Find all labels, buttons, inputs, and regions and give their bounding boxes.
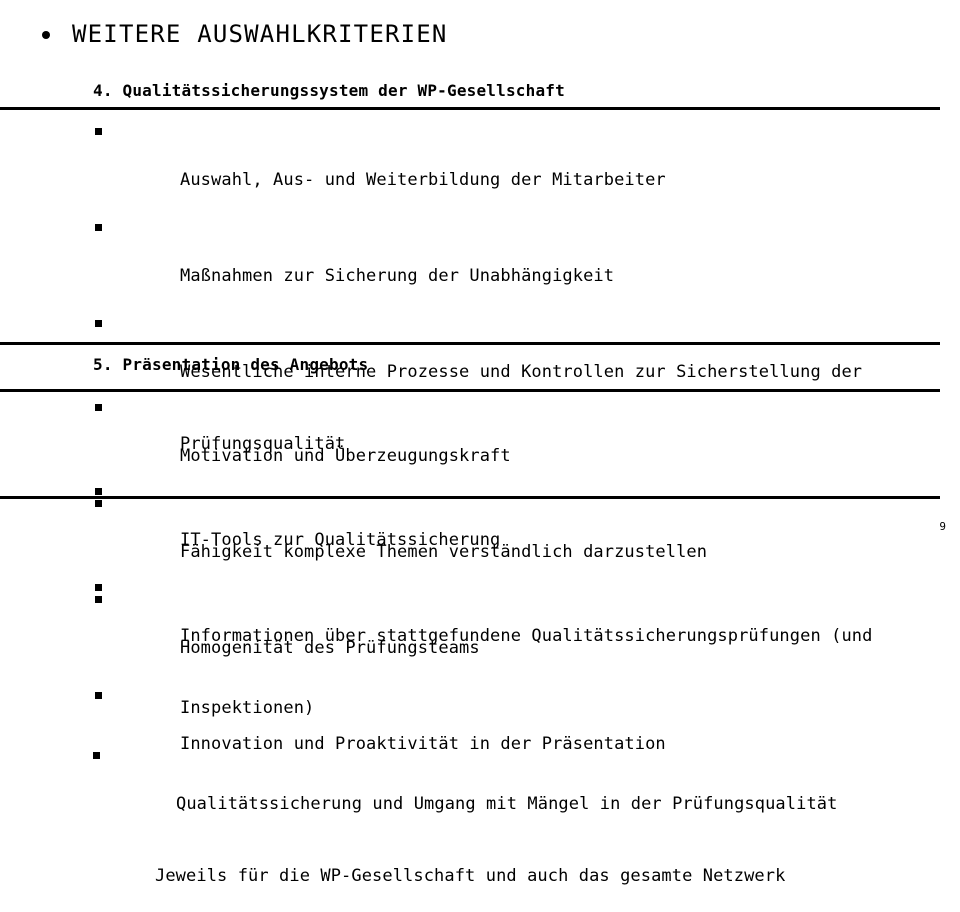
section-heading-5: 5. Präsentation des Angebots (93, 355, 369, 374)
square-bullet-icon (95, 404, 102, 411)
list-item: Fähigkeit komplexe Themen verständlich d… (0, 492, 960, 588)
square-bullet-icon (95, 596, 102, 603)
list-item-label: Auswahl, Aus- und Weiterbildung der Mita… (180, 170, 666, 190)
section-4-footer-note-label: Jeweils für die WP-Gesellschaft und auch… (155, 866, 786, 886)
list-item-label: Qualitätssicherung und Umgang mit Mängel… (176, 794, 838, 814)
list-item-label: Motivation und Überzeugungskraft (180, 446, 511, 466)
square-bullet-icon (95, 320, 102, 327)
page-number: 9 (939, 520, 946, 533)
list-item: Auswahl, Aus- und Weiterbildung der Mita… (0, 120, 960, 216)
divider-rule-1 (0, 107, 940, 110)
section-heading-4: 4. Qualitätssicherungssystem der WP-Gese… (93, 81, 565, 100)
square-bullet-icon (95, 128, 102, 135)
list-item: Motivation und Überzeugungskraft (0, 396, 960, 492)
square-bullet-icon (95, 224, 102, 231)
page-title: WEITERE AUSWAHLKRITERIEN (72, 20, 448, 48)
divider-rule-4 (0, 496, 940, 499)
list-item-label: Homogenität des Prüfungsteams (180, 638, 480, 658)
divider-rule-2 (0, 342, 940, 345)
list-item-label: Innovation und Proaktivität in der Präse… (180, 734, 666, 754)
bullet-dot-icon (42, 31, 50, 39)
section-4-footer-note: Jeweils für die WP-Gesellschaft und auch… (0, 840, 960, 912)
list-item: Homogenität des Prüfungsteams (0, 588, 960, 684)
square-bullet-icon (95, 692, 102, 699)
square-bullet-icon (95, 500, 102, 507)
bullet-list-section-5: Motivation und Überzeugungskraft Fähigke… (0, 396, 960, 780)
list-item-label: Maßnahmen zur Sicherung der Unabhängigke… (180, 266, 615, 286)
list-item-label: Fähigkeit komplexe Themen verständlich d… (180, 542, 708, 562)
slide-title-row: WEITERE AUSWAHLKRITERIEN (0, 20, 960, 48)
list-item: Innovation und Proaktivität in der Präse… (0, 684, 960, 780)
slide-canvas: WEITERE AUSWAHLKRITERIEN 4. Qualitätssic… (0, 0, 960, 886)
divider-rule-3 (0, 389, 940, 392)
list-item: Maßnahmen zur Sicherung der Unabhängigke… (0, 216, 960, 312)
